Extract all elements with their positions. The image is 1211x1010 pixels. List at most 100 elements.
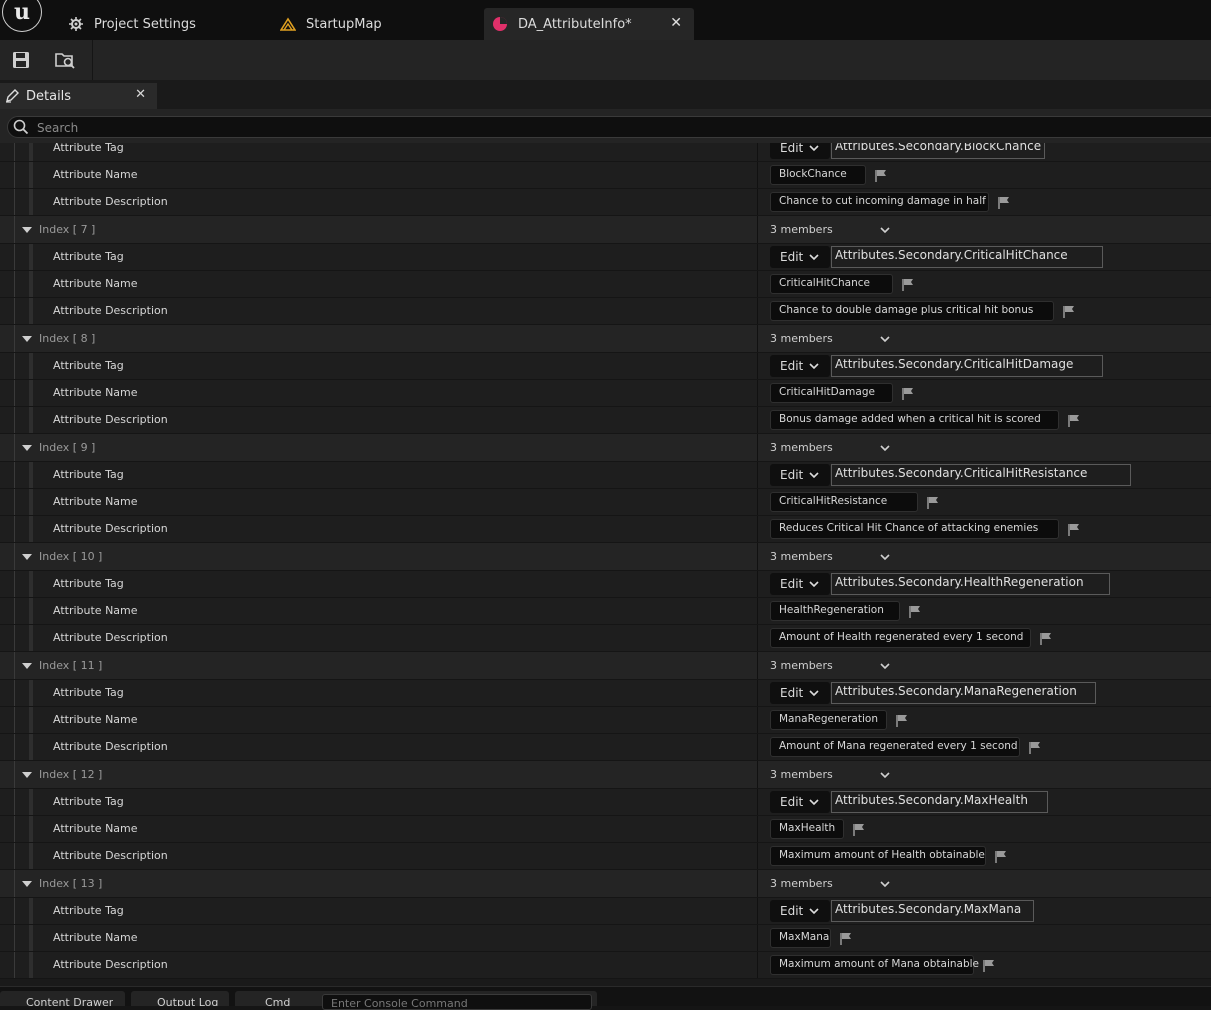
- localization-flag-icon[interactable]: [1068, 414, 1080, 427]
- value-column: 3 members: [758, 652, 1211, 679]
- gameplay-tag-value[interactable]: Attributes.Secondary.CriticalHitDamage: [831, 355, 1103, 377]
- attribute-name-field[interactable]: CriticalHitDamage: [770, 383, 893, 403]
- property-row-attribute-name: Attribute Name MaxHealth: [0, 816, 1211, 843]
- close-tab-icon[interactable]: ✕: [670, 15, 682, 31]
- attribute-name-field[interactable]: BlockChance: [770, 165, 866, 185]
- edit-tag-button[interactable]: Edit: [770, 355, 830, 377]
- edit-tag-button[interactable]: Edit: [770, 573, 830, 595]
- tab-details[interactable]: Details ✕: [0, 83, 157, 109]
- attribute-name-field[interactable]: ManaRegeneration: [770, 710, 887, 730]
- value-column: Amount of Mana regenerated every 1 secon…: [758, 734, 1211, 760]
- chevron-down-icon[interactable]: [879, 224, 891, 236]
- localization-flag-icon[interactable]: [853, 823, 865, 836]
- array-index-row[interactable]: Index [ 7 ] 3 members: [0, 216, 1211, 244]
- expand-arrow-icon[interactable]: [22, 554, 32, 560]
- property-row-attribute-description: Attribute Description Chance to double da…: [0, 298, 1211, 325]
- attribute-description-field[interactable]: Chance to double damage plus critical hi…: [770, 301, 1054, 321]
- expand-arrow-icon[interactable]: [22, 881, 32, 887]
- property-label: Attribute Tag: [53, 577, 124, 590]
- localization-flag-icon[interactable]: [998, 196, 1010, 209]
- attribute-description-field[interactable]: Chance to cut incoming damage in half: [770, 192, 989, 212]
- localization-flag-icon[interactable]: [1068, 523, 1080, 536]
- localization-flag-icon[interactable]: [983, 959, 995, 972]
- edit-tag-button[interactable]: Edit: [770, 246, 830, 268]
- value-column: ManaRegeneration: [758, 707, 1211, 733]
- localization-flag-icon[interactable]: [1029, 741, 1041, 754]
- tab-project-settings[interactable]: Project Settings: [58, 8, 258, 40]
- gameplay-tag-value[interactable]: Attributes.Secondary.CriticalHitResistan…: [831, 464, 1131, 486]
- close-panel-icon[interactable]: ✕: [135, 87, 146, 102]
- attribute-name-field[interactable]: MaxHealth: [770, 819, 844, 839]
- content-drawer-button[interactable]: Content Drawer: [0, 991, 125, 1006]
- search-field[interactable]: [7, 116, 1211, 138]
- array-index-row[interactable]: Index [ 9 ] 3 members: [0, 434, 1211, 462]
- array-index-row[interactable]: Index [ 8 ] 3 members: [0, 325, 1211, 353]
- chevron-down-icon[interactable]: [879, 878, 891, 890]
- attribute-description-field[interactable]: Maximum amount of Health obtainable: [770, 846, 986, 866]
- gameplay-tag-value[interactable]: Attributes.Secondary.BlockChance: [831, 143, 1046, 159]
- tab-da-attributeinfo[interactable]: DA_AttributeInfo* ✕: [484, 8, 694, 40]
- attribute-name-field[interactable]: CriticalHitResistance: [770, 492, 918, 512]
- indent-guide: [0, 625, 15, 651]
- unreal-logo-icon[interactable]: u: [2, 0, 42, 32]
- localization-flag-icon[interactable]: [909, 605, 921, 618]
- gameplay-tag-value[interactable]: Attributes.Secondary.HealthRegeneration: [831, 573, 1110, 595]
- indent-guide: [29, 734, 33, 760]
- chevron-down-icon[interactable]: [879, 769, 891, 781]
- localization-flag-icon[interactable]: [875, 169, 887, 182]
- localization-flag-icon[interactable]: [1040, 632, 1052, 645]
- edit-tag-button[interactable]: Edit: [770, 791, 830, 813]
- attribute-description-field[interactable]: Bonus damage added when a critical hit i…: [770, 410, 1059, 430]
- expand-arrow-icon[interactable]: [22, 772, 32, 778]
- value-column: Edit Attributes.Secondary.CriticalHitChan…: [758, 244, 1211, 270]
- gameplay-tag-value[interactable]: Attributes.Secondary.MaxHealth: [831, 791, 1048, 813]
- array-index-row[interactable]: Index [ 12 ] 3 members: [0, 761, 1211, 789]
- value-column: Chance to double damage plus critical hi…: [758, 298, 1211, 324]
- expand-arrow-icon[interactable]: [22, 663, 32, 669]
- localization-flag-icon[interactable]: [927, 496, 939, 509]
- attribute-name-field[interactable]: MaxMana: [770, 928, 831, 948]
- expand-arrow-icon[interactable]: [22, 336, 32, 342]
- localization-flag-icon[interactable]: [902, 387, 914, 400]
- indent-guide: [0, 489, 15, 515]
- gameplay-tag-value[interactable]: Attributes.Secondary.MaxMana: [831, 900, 1034, 922]
- attribute-description-field[interactable]: Reduces Critical Hit Chance of attacking…: [770, 519, 1059, 539]
- indent-guide: [0, 407, 15, 433]
- attribute-description-field[interactable]: Maximum amount of Mana obtainable: [770, 955, 979, 975]
- gameplay-tag-value[interactable]: Attributes.Secondary.CriticalHitChance: [831, 246, 1103, 268]
- value-column: 3 members: [758, 434, 1211, 461]
- edit-tag-button[interactable]: Edit: [770, 464, 830, 486]
- property-label: Attribute Tag: [53, 250, 124, 263]
- tab-startup-map[interactable]: StartupMap: [272, 8, 480, 40]
- chevron-down-icon[interactable]: [879, 551, 891, 563]
- output-log-button[interactable]: Output Log: [131, 991, 229, 1006]
- attribute-description-field[interactable]: Amount of Health regenerated every 1 sec…: [770, 628, 1031, 648]
- array-index-row[interactable]: Index [ 13 ] 3 members: [0, 870, 1211, 898]
- attribute-description-field[interactable]: Amount of Mana regenerated every 1 secon…: [770, 737, 1020, 757]
- localization-flag-icon[interactable]: [902, 278, 914, 291]
- localization-flag-icon[interactable]: [995, 850, 1007, 863]
- browse-to-asset-button[interactable]: [52, 48, 78, 74]
- attribute-name-field[interactable]: HealthRegeneration: [770, 601, 900, 621]
- cmd-dropdown[interactable]: Cmd: [265, 995, 290, 1006]
- array-index-row[interactable]: Index [ 10 ] 3 members: [0, 543, 1211, 571]
- save-button[interactable]: [8, 48, 34, 74]
- search-input[interactable]: [35, 119, 939, 137]
- expand-arrow-icon[interactable]: [22, 227, 32, 233]
- localization-flag-icon[interactable]: [840, 932, 852, 945]
- localization-flag-icon[interactable]: [1063, 305, 1075, 318]
- edit-tag-button[interactable]: Edit: [770, 143, 830, 159]
- localization-flag-icon[interactable]: [896, 714, 908, 727]
- chevron-down-icon[interactable]: [879, 442, 891, 454]
- edit-tag-button[interactable]: Edit: [770, 682, 830, 704]
- array-index-row[interactable]: Index [ 11 ] 3 members: [0, 652, 1211, 680]
- gameplay-tag-value[interactable]: Attributes.Secondary.ManaRegeneration: [831, 682, 1096, 704]
- expand-arrow-icon[interactable]: [22, 445, 32, 451]
- chevron-down-icon[interactable]: [879, 660, 891, 672]
- name-column: Attribute Description: [0, 625, 757, 651]
- attribute-name-field[interactable]: CriticalHitChance: [770, 274, 893, 294]
- edit-tag-button[interactable]: Edit: [770, 900, 830, 922]
- name-column: Attribute Tag: [0, 353, 757, 379]
- chevron-down-icon[interactable]: [879, 333, 891, 345]
- console-input[interactable]: Enter Console Command: [322, 994, 592, 1010]
